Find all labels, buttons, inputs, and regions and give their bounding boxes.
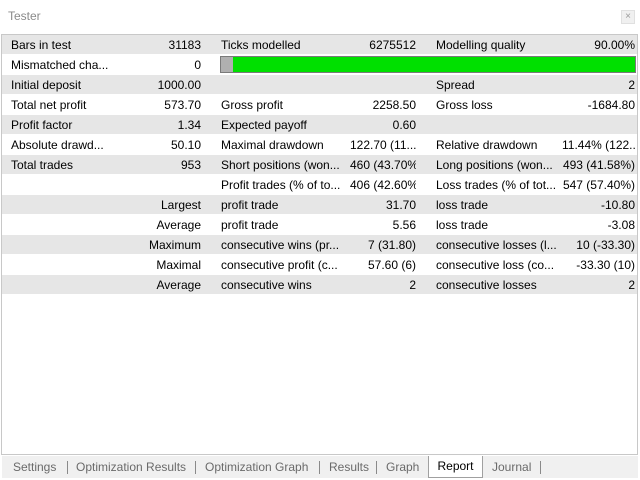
loss-trades-label: Loss trades (% of tot... [436, 178, 557, 192]
total-trades-label: Total trades [11, 158, 74, 172]
report-row: Maximum consecutive wins (pr... 7 (31.80… [2, 235, 637, 255]
tab-optimization-graph[interactable]: Optimization Graph [205, 459, 308, 476]
spread-label: Spread [436, 78, 475, 92]
loss-trades-value: 547 (57.40%) [562, 178, 635, 192]
short-positions-value: 460 (43.70%) [350, 158, 416, 172]
modelling-quality-value: 90.00% [594, 38, 635, 52]
spread-value: 2 [628, 78, 635, 92]
maximal-consecutive-profit-label: consecutive profit (c... [221, 258, 338, 272]
report-row: Mismatched cha... 0 [2, 55, 637, 75]
max-consecutive-losses-label: consecutive losses (l... [436, 238, 557, 252]
largest-label: Largest [160, 198, 201, 212]
bars-in-test-value: 31183 [168, 38, 201, 52]
report-row: Profit trades (% of to... 406 (42.60%) L… [2, 175, 637, 195]
report-row: Bars in test 31183 Ticks modelled 627551… [2, 35, 637, 55]
modelling-quality-bar [220, 56, 636, 73]
tab-report[interactable]: Report [428, 456, 483, 478]
report-row: Total net profit 573.70 Gross profit 225… [2, 95, 637, 115]
ticks-modelled-value: 6275512 [369, 38, 416, 52]
maximum-label: Maximum [148, 238, 201, 252]
window-titlebar: Tester × [0, 0, 640, 32]
expected-payoff-label: Expected payoff [221, 118, 307, 132]
maximal-consecutive-loss-value: -33.30 (10) [576, 258, 635, 272]
long-positions-value: 493 (41.58%) [562, 158, 635, 172]
average-label: Average [156, 218, 201, 232]
quality-bar-gray-segment [221, 57, 233, 72]
average-loss-trade-label: loss trade [436, 218, 489, 232]
report-row: Average consecutive wins 2 consecutive l… [2, 275, 637, 295]
absolute-drawdown-value: 50.10 [170, 138, 201, 152]
average-profit-trade-label: profit trade [221, 218, 279, 232]
average-consecutive-losses-label: consecutive losses [436, 278, 537, 292]
tab-optimization-results[interactable]: Optimization Results [76, 459, 186, 476]
gross-loss-label: Gross loss [436, 98, 493, 112]
max-consecutive-losses-value: 10 (-33.30) [576, 238, 635, 252]
initial-deposit-label: Initial deposit [11, 78, 82, 92]
total-net-profit-label: Total net profit [11, 98, 87, 112]
largest-profit-trade-label: profit trade [221, 198, 279, 212]
absolute-drawdown-label: Absolute drawd... [11, 138, 104, 152]
mismatched-charts-label: Mismatched cha... [11, 58, 109, 72]
ticks-modelled-label: Ticks modelled [221, 38, 301, 52]
initial-deposit-value: 1000.00 [157, 78, 201, 92]
tab-settings[interactable]: Settings [13, 459, 56, 476]
tab-results[interactable]: Results [329, 459, 369, 476]
max-consecutive-wins-label: consecutive wins (pr... [221, 238, 340, 252]
tab-separator [319, 461, 320, 474]
average-consecutive-wins-value: 2 [409, 278, 416, 292]
short-positions-label: Short positions (won... [221, 158, 340, 172]
tab-journal[interactable]: Journal [492, 459, 531, 476]
report-row: Largest profit trade 31.70 loss trade -1… [2, 195, 637, 215]
largest-loss-trade-label: loss trade [436, 198, 489, 212]
gross-profit-value: 2258.50 [372, 98, 416, 112]
maximal-consecutive-profit-value: 57.60 (6) [367, 258, 416, 272]
maximal-drawdown-label: Maximal drawdown [221, 138, 324, 152]
average-consecutive-losses-value: 2 [628, 278, 635, 292]
largest-profit-trade-value: 31.70 [385, 198, 416, 212]
modelling-quality-label: Modelling quality [436, 38, 526, 52]
long-positions-label: Long positions (won... [436, 158, 553, 172]
bars-in-test-label: Bars in test [11, 38, 72, 52]
relative-drawdown-label: Relative drawdown [436, 138, 538, 152]
max-consecutive-wins-value: 7 (31.80) [367, 238, 416, 252]
report-row: Maximal consecutive profit (c... 57.60 (… [2, 255, 637, 275]
quality-bar-green-fill [233, 57, 635, 72]
profit-factor-value: 1.34 [177, 118, 201, 132]
average-loss-trade-value: -3.08 [607, 218, 635, 232]
report-panel: Bars in test 31183 Ticks modelled 627551… [1, 34, 638, 455]
report-row: Absolute drawd... 50.10 Maximal drawdown… [2, 135, 637, 155]
tab-separator [376, 461, 377, 474]
window-title: Tester [8, 9, 41, 23]
profit-trades-label: Profit trades (% of to... [221, 178, 341, 192]
maximal-label: Maximal [156, 258, 201, 272]
close-icon[interactable]: × [621, 10, 635, 24]
total-trades-value: 953 [180, 158, 201, 172]
report-row: Profit factor 1.34 Expected payoff 0.60 [2, 115, 637, 135]
largest-loss-trade-value: -10.80 [600, 198, 635, 212]
report-row: Initial deposit 1000.00 Spread 2 [2, 75, 637, 95]
tab-separator [195, 461, 196, 474]
mismatched-charts-value: 0 [194, 58, 201, 72]
report-row: Total trades 953 Short positions (won...… [2, 155, 637, 175]
maximal-consecutive-loss-label: consecutive loss (co... [436, 258, 555, 272]
tab-separator [540, 461, 541, 474]
gross-loss-value: -1684.80 [587, 98, 635, 112]
tab-graph[interactable]: Graph [386, 459, 419, 476]
expected-payoff-value: 0.60 [392, 118, 416, 132]
total-net-profit-value: 573.70 [164, 98, 201, 112]
gross-profit-label: Gross profit [221, 98, 284, 112]
tester-tab-bar: Settings Optimization Results Optimizati… [2, 456, 638, 478]
average-profit-trade-value: 5.56 [392, 218, 416, 232]
tab-separator [67, 461, 68, 474]
relative-drawdown-value: 11.44% (122.... [562, 138, 635, 152]
profit-factor-label: Profit factor [11, 118, 73, 132]
average-consecutive-label: Average [156, 278, 201, 292]
profit-trades-value: 406 (42.60%) [350, 178, 416, 192]
report-row: Average profit trade 5.56 loss trade -3.… [2, 215, 637, 235]
average-consecutive-wins-label: consecutive wins [221, 278, 312, 292]
maximal-drawdown-value: 122.70 (11.... [350, 138, 416, 152]
